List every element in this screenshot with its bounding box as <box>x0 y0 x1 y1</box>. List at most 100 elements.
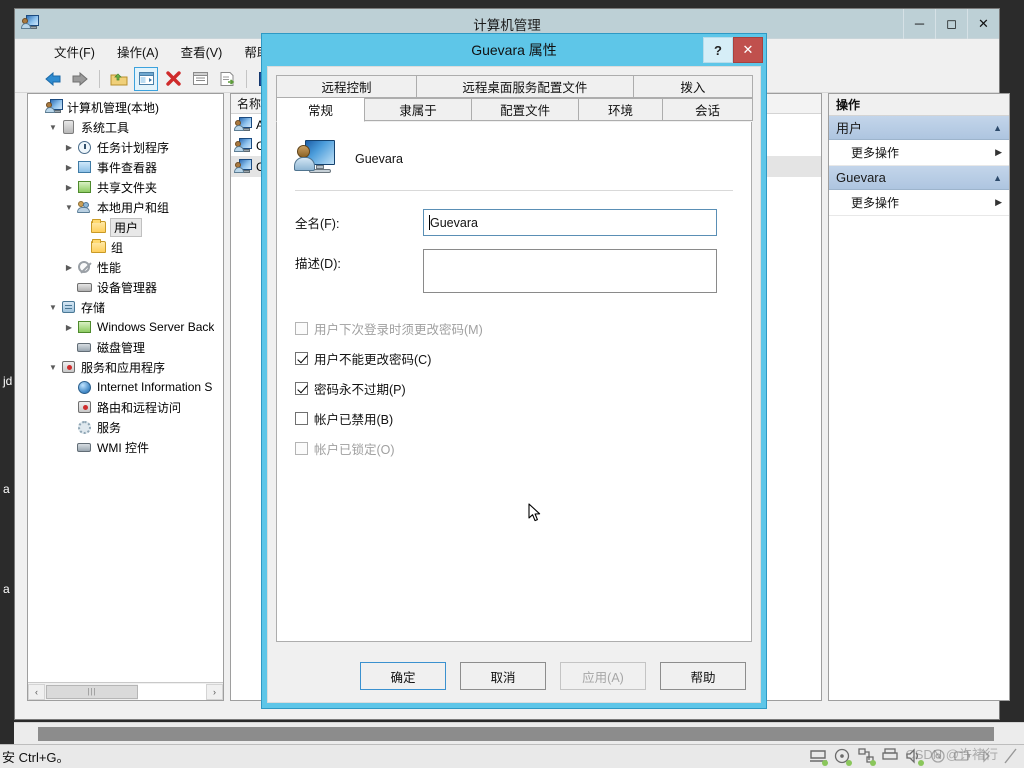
toolbar-separator-1 <box>99 69 100 88</box>
delete-icon[interactable] <box>161 67 185 91</box>
tree-node-label: 组 <box>111 240 124 255</box>
cancel-button[interactable]: 取消 <box>460 662 546 690</box>
description-input[interactable] <box>423 249 717 293</box>
checkbox-password-never-expires[interactable] <box>295 381 308 395</box>
tree-horizontal-scrollbar[interactable]: ‹ ||| › <box>28 682 223 700</box>
tree-twisty-collapsed-icon[interactable]: ▶ <box>62 263 76 272</box>
tree-node-services[interactable]: 服务 <box>28 417 223 437</box>
checkbox-account-disabled[interactable] <box>295 411 308 425</box>
checkbox-label: 帐户已锁定(O) <box>314 442 395 457</box>
tree-twisty-collapsed-icon[interactable]: ▶ <box>62 183 76 192</box>
tree-node-system-tools[interactable]: ▼ 系统工具 <box>28 117 223 137</box>
fullname-label: 全名(F): <box>295 217 340 231</box>
dialog-inner: 远程控制 远程桌面服务配置文件 拨入 常规 隶属于 配置文件 环境 会话 Gue… <box>267 66 761 703</box>
sharing-icon[interactable] <box>858 747 876 766</box>
tree-node-device-manager[interactable]: 设备管理器 <box>28 277 223 297</box>
checkbox-row-account-locked[interactable]: 帐户已锁定(O) <box>295 438 733 458</box>
scroll-left-icon[interactable]: ‹ <box>28 683 45 700</box>
checkbox-row-account-disabled[interactable]: 帐户已禁用(B) <box>295 408 733 428</box>
tree-twisty-expanded-icon[interactable]: ▼ <box>46 303 60 312</box>
ok-button[interactable]: 确定 <box>360 662 446 690</box>
tab-remote-control[interactable]: 远程控制 <box>276 75 418 98</box>
show-hide-console-tree-icon[interactable] <box>134 66 158 91</box>
action-item-label: 更多操作 <box>851 196 900 210</box>
volume-icon[interactable] <box>906 747 924 766</box>
event-viewer-icon <box>76 159 94 175</box>
help-button[interactable]: 帮助 <box>660 662 746 690</box>
properties-icon[interactable] <box>188 67 212 91</box>
network-icon[interactable] <box>810 748 828 766</box>
chevron-right-icon: ▶ <box>995 197 1002 207</box>
fullname-input[interactable]: Guevara <box>423 209 717 236</box>
back-icon[interactable] <box>41 67 65 91</box>
tree-twisty-expanded-icon[interactable]: ▼ <box>46 363 60 372</box>
tree-node-computer-management[interactable]: 计算机管理(本地) <box>28 97 223 117</box>
chevron-up-icon[interactable]: ▲ <box>993 173 1002 183</box>
tree-node-windows-server-backup[interactable]: ▶ Windows Server Back <box>28 317 223 337</box>
tab-general[interactable]: 常规 <box>276 97 365 122</box>
scrollbar-thumb[interactable]: ||| <box>46 684 138 699</box>
tree-node-event-viewer[interactable]: ▶ 事件查看器 <box>28 157 223 177</box>
chevron-up-icon[interactable]: ▲ <box>993 123 1002 133</box>
checkbox-row-must-change-password[interactable]: 用户下次登录时须更改密码(M) <box>295 318 733 338</box>
tree-twisty-collapsed-icon[interactable]: ▶ <box>62 163 76 172</box>
tree-twisty-collapsed-icon[interactable]: ▶ <box>62 323 76 332</box>
tab-sessions[interactable]: 会话 <box>661 98 753 121</box>
tab-dial-in[interactable]: 拨入 <box>632 75 753 98</box>
tree-node-performance[interactable]: ▶ 性能 <box>28 257 223 277</box>
tree-node-task-scheduler[interactable]: ▶ 任务计划程序 <box>28 137 223 157</box>
checkbox-must-change-password <box>295 321 308 335</box>
circle-icon[interactable] <box>930 748 948 766</box>
tree-twisty-expanded-icon[interactable]: ▼ <box>46 123 60 132</box>
scrollbar-track[interactable] <box>138 683 206 700</box>
tree-node-local-users-and-groups[interactable]: ▼ 本地用户和组 <box>28 197 223 217</box>
actions-group-header-guevara[interactable]: Guevara ▲ <box>829 166 1009 190</box>
bluetooth-icon[interactable] <box>978 748 996 766</box>
checkbox-label: 帐户已禁用(B) <box>314 412 394 427</box>
tree-node-users[interactable]: 用户 <box>28 217 223 237</box>
tree-node-iis[interactable]: Internet Information S <box>28 377 223 397</box>
services-apps-icon <box>60 359 78 375</box>
scroll-right-icon[interactable]: › <box>206 683 223 700</box>
disc-icon[interactable] <box>834 748 852 766</box>
action-item-more-actions-users[interactable]: 更多操作 ▶ <box>829 140 1009 166</box>
dialog-help-button[interactable]: ? <box>703 37 733 63</box>
services-icon <box>76 419 94 435</box>
tree-scroll-area[interactable]: 计算机管理(本地) ▼ 系统工具 ▶ 任务计划程序 ▶ 事件查看器 ▶ 共享文件… <box>28 94 223 682</box>
tree-node-services-and-applications[interactable]: ▼ 服务和应用程序 <box>28 357 223 377</box>
battery-icon[interactable] <box>954 748 972 766</box>
actions-group-header-users[interactable]: 用户 ▲ <box>829 116 1009 140</box>
routing-icon <box>76 399 94 415</box>
up-folder-icon[interactable] <box>107 67 131 91</box>
tree-node-shared-folders[interactable]: ▶ 共享文件夹 <box>28 177 223 197</box>
export-list-icon[interactable] <box>215 67 239 91</box>
chevron-right-icon: ▶ <box>995 147 1002 157</box>
tree-node-disk-management[interactable]: 磁盘管理 <box>28 337 223 357</box>
printer-icon[interactable] <box>882 747 900 766</box>
forward-icon[interactable] <box>68 67 92 91</box>
action-item-more-actions-guevara[interactable]: 更多操作 ▶ <box>829 190 1009 216</box>
tree-node-wmi-control[interactable]: WMI 控件 <box>28 437 223 457</box>
tree-twisty-expanded-icon[interactable]: ▼ <box>62 203 76 212</box>
tree-node-storage[interactable]: ▼ 存储 <box>28 297 223 317</box>
desktop-scrollbar-thumb[interactable] <box>38 727 994 741</box>
tree-node-groups[interactable]: 组 <box>28 237 223 257</box>
menu-action[interactable]: 操作(A) <box>106 39 170 64</box>
tab-profile[interactable]: 配置文件 <box>471 98 580 121</box>
menu-view[interactable]: 查看(V) <box>170 39 234 64</box>
tab-environment[interactable]: 环境 <box>578 98 663 121</box>
tree-node-label: Windows Server Back <box>97 320 215 334</box>
tab-member-of[interactable]: 隶属于 <box>363 98 473 121</box>
wmi-icon <box>76 439 94 455</box>
dialog-close-button[interactable]: ✕ <box>733 37 763 63</box>
tree-node-routing-remote-access[interactable]: 路由和远程访问 <box>28 397 223 417</box>
checkbox-row-password-never-expires[interactable]: 密码永不过期(P) <box>295 378 733 398</box>
input-method-icon[interactable] <box>1002 748 1020 766</box>
menu-file[interactable]: 文件(F) <box>43 39 106 64</box>
checkbox-cannot-change-password[interactable] <box>295 351 308 365</box>
tab-rds-profile[interactable]: 远程桌面服务配置文件 <box>416 75 634 98</box>
tree-twisty-collapsed-icon[interactable]: ▶ <box>62 143 76 152</box>
tree-node-label: 磁盘管理 <box>97 340 146 355</box>
checkbox-row-cannot-change-password[interactable]: 用户不能更改密码(C) <box>295 348 733 368</box>
desktop-horizontal-scrollbar[interactable] <box>14 722 1024 744</box>
